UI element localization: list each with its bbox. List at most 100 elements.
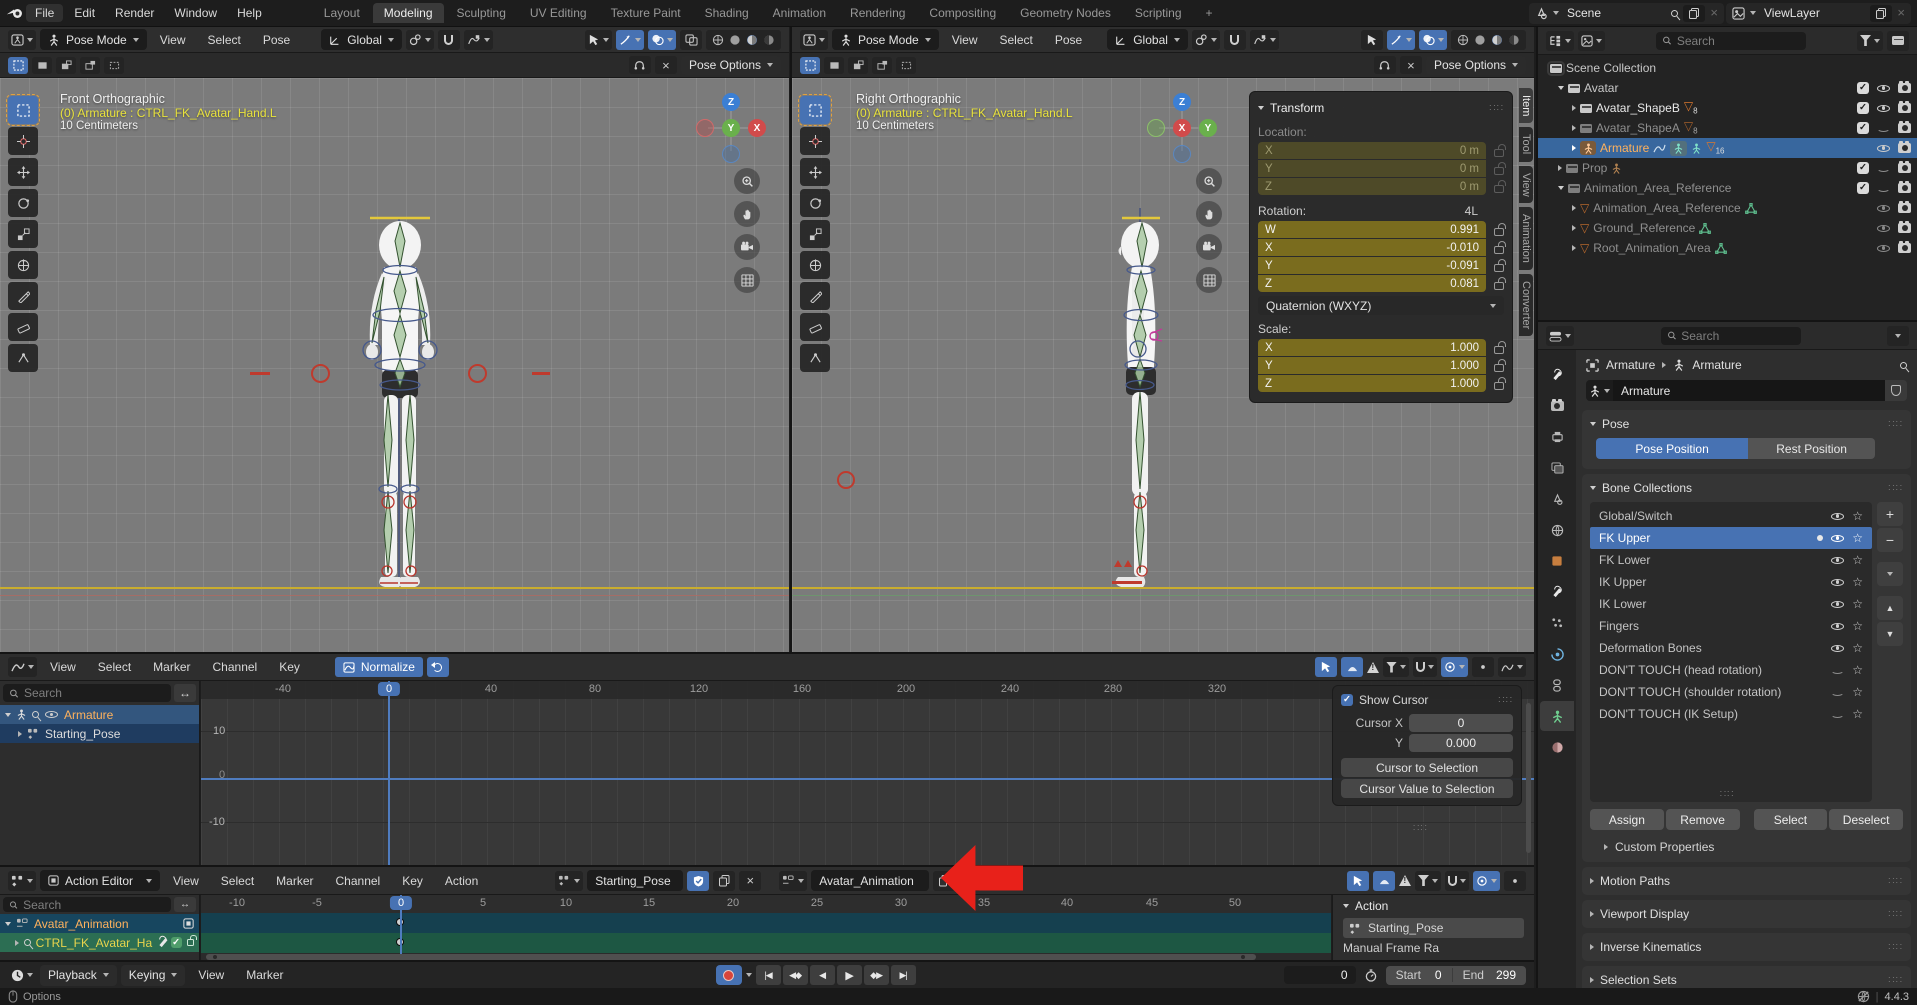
expand-icon[interactable] <box>1604 844 1608 850</box>
outliner-row-scene-collection[interactable]: Scene Collection <box>1538 58 1917 78</box>
properties-search[interactable] <box>1661 327 1801 345</box>
axis-x-center[interactable]: X <box>1173 119 1191 137</box>
expand-icon[interactable] <box>1572 145 1576 151</box>
pose-position-button[interactable]: Pose Position <box>1596 438 1748 459</box>
lock-icon[interactable] <box>1494 346 1504 354</box>
collapse-icon[interactable] <box>1343 904 1349 908</box>
tab-physics[interactable] <box>1540 639 1574 669</box>
view-menu[interactable]: View <box>41 658 85 676</box>
chevron-down-icon[interactable] <box>746 973 752 977</box>
show-cursor-checkbox[interactable] <box>1341 694 1353 706</box>
eye-icon[interactable] <box>1830 532 1845 545</box>
solo-star-icon[interactable] <box>1852 708 1863 720</box>
breadcrumb-object[interactable]: Armature <box>1606 358 1655 372</box>
snap-dropdown[interactable] <box>1445 871 1469 891</box>
tool-annotate[interactable] <box>8 282 38 310</box>
expand-icon[interactable] <box>1590 944 1594 950</box>
sidebar-tab-converter[interactable]: Converter <box>1519 274 1533 336</box>
solo-star-icon[interactable] <box>1852 598 1863 610</box>
lock-icon[interactable] <box>1494 246 1504 254</box>
bone-track[interactable] <box>201 933 1331 953</box>
move-down-button[interactable]: ▼ <box>1877 622 1903 646</box>
camera-icon[interactable] <box>1898 143 1911 153</box>
summary-track[interactable] <box>201 913 1331 933</box>
panel-grip[interactable] <box>1888 942 1903 953</box>
exclude-checkbox[interactable] <box>1857 82 1869 94</box>
pivot-point-dropdown[interactable] <box>1472 657 1494 677</box>
location-x-field[interactable]: X0 m <box>1258 142 1486 159</box>
camera-icon[interactable] <box>1898 223 1911 233</box>
eye-icon[interactable] <box>1876 242 1891 255</box>
channel-search[interactable] <box>3 684 171 702</box>
tab-output[interactable] <box>1540 422 1574 452</box>
tool-breakdowner[interactable] <box>8 344 38 372</box>
select-button[interactable]: Select <box>1754 809 1828 830</box>
breadcrumb-data[interactable]: Armature <box>1692 358 1741 372</box>
camera-view-icon[interactable] <box>1196 234 1222 260</box>
workspace-tab-modeling[interactable]: Modeling <box>373 3 444 23</box>
menu-help[interactable]: Help <box>228 4 271 22</box>
xray-toggle-button[interactable] <box>680 30 702 50</box>
viewport-right-canvas[interactable]: Right Orthographic (0) Armature : CTRL_F… <box>792 78 1534 652</box>
outliner-row-prop[interactable]: Prop <box>1538 158 1917 178</box>
show-overlays-button[interactable] <box>1419 30 1447 50</box>
select-mode-intersect[interactable] <box>104 57 124 74</box>
select-mode-box[interactable] <box>32 57 52 74</box>
tool-transform[interactable] <box>800 251 830 279</box>
workspace-tab-layout[interactable]: Layout <box>313 3 371 23</box>
select-menu[interactable]: Select <box>212 872 263 890</box>
camera-view-icon[interactable] <box>734 234 760 260</box>
workspace-tab-sculpting[interactable]: Sculpting <box>446 3 517 23</box>
workspace-tab-scripting[interactable]: Scripting <box>1124 3 1193 23</box>
bone-collection-row[interactable]: IK Upper <box>1590 571 1872 593</box>
new-collection-button[interactable] <box>1887 31 1909 51</box>
select-menu[interactable]: Select <box>89 658 140 676</box>
eye-icon[interactable] <box>1830 510 1845 523</box>
jump-to-end-button[interactable]: ▶| <box>891 965 916 985</box>
tool-select-box[interactable] <box>800 96 830 124</box>
channel-menu[interactable]: Channel <box>204 658 267 676</box>
rotation-y-field[interactable]: Y-0.091 <box>1258 257 1486 274</box>
workspace-tab-texture-paint[interactable]: Texture Paint <box>600 3 692 23</box>
tool-measure[interactable] <box>8 313 38 341</box>
play-reverse-button[interactable]: ◀ <box>810 965 835 985</box>
tool-transform[interactable] <box>8 251 38 279</box>
wrench-icon[interactable] <box>157 937 165 948</box>
select-mode-intersect[interactable] <box>896 57 916 74</box>
play-button[interactable]: ▶ <box>837 965 862 985</box>
show-overlays-button[interactable] <box>648 30 676 50</box>
exclude-checkbox[interactable] <box>1857 162 1869 174</box>
unlock-icon[interactable] <box>187 939 194 946</box>
outliner-search[interactable] <box>1656 32 1806 50</box>
protect-shield-button[interactable] <box>1885 380 1907 401</box>
tab-particles[interactable] <box>1540 608 1574 638</box>
bone-collection-row[interactable]: Fingers <box>1590 615 1872 637</box>
pose-options-dropdown[interactable]: Pose Options <box>681 56 781 75</box>
mode-selector[interactable]: Pose Mode <box>832 29 939 50</box>
workspace-tab-rendering[interactable]: Rendering <box>839 3 916 23</box>
cursor-value-to-selection-button[interactable]: Cursor Value to Selection <box>1341 779 1513 798</box>
show-hidden-toggle[interactable] <box>1373 871 1395 891</box>
dope-key-area[interactable]: -10 -5 5 10 15 20 25 30 35 40 45 50 0 <box>201 895 1331 962</box>
panel-grip[interactable] <box>1888 483 1903 494</box>
solo-star-icon[interactable] <box>1852 686 1863 698</box>
lock-icon[interactable] <box>1494 364 1504 372</box>
action-name-field[interactable]: Starting_Pose <box>587 870 683 891</box>
select-mode-tweak[interactable] <box>800 57 820 74</box>
camera-icon[interactable] <box>1898 163 1911 173</box>
pan-hand-icon[interactable] <box>734 201 760 227</box>
location-y-field[interactable]: Y0 m <box>1258 160 1486 177</box>
remove-button[interactable]: Remove <box>1666 809 1740 830</box>
unlink-action-button[interactable] <box>739 871 761 891</box>
view-menu[interactable]: View <box>943 31 987 49</box>
tool-scale[interactable] <box>8 220 38 248</box>
tool-cursor[interactable] <box>8 127 38 155</box>
move-up-button[interactable]: ▲ <box>1877 596 1903 620</box>
jump-to-start-button[interactable]: |◀ <box>756 965 781 985</box>
tool-scale[interactable] <box>800 220 830 248</box>
show-selectable-button[interactable] <box>1361 30 1383 50</box>
bone-collection-row[interactable]: FK Lower <box>1590 549 1872 571</box>
solo-star-icon[interactable] <box>1852 532 1863 544</box>
snap-target-button[interactable] <box>1192 30 1220 50</box>
select-mode-tweak[interactable] <box>8 57 28 74</box>
